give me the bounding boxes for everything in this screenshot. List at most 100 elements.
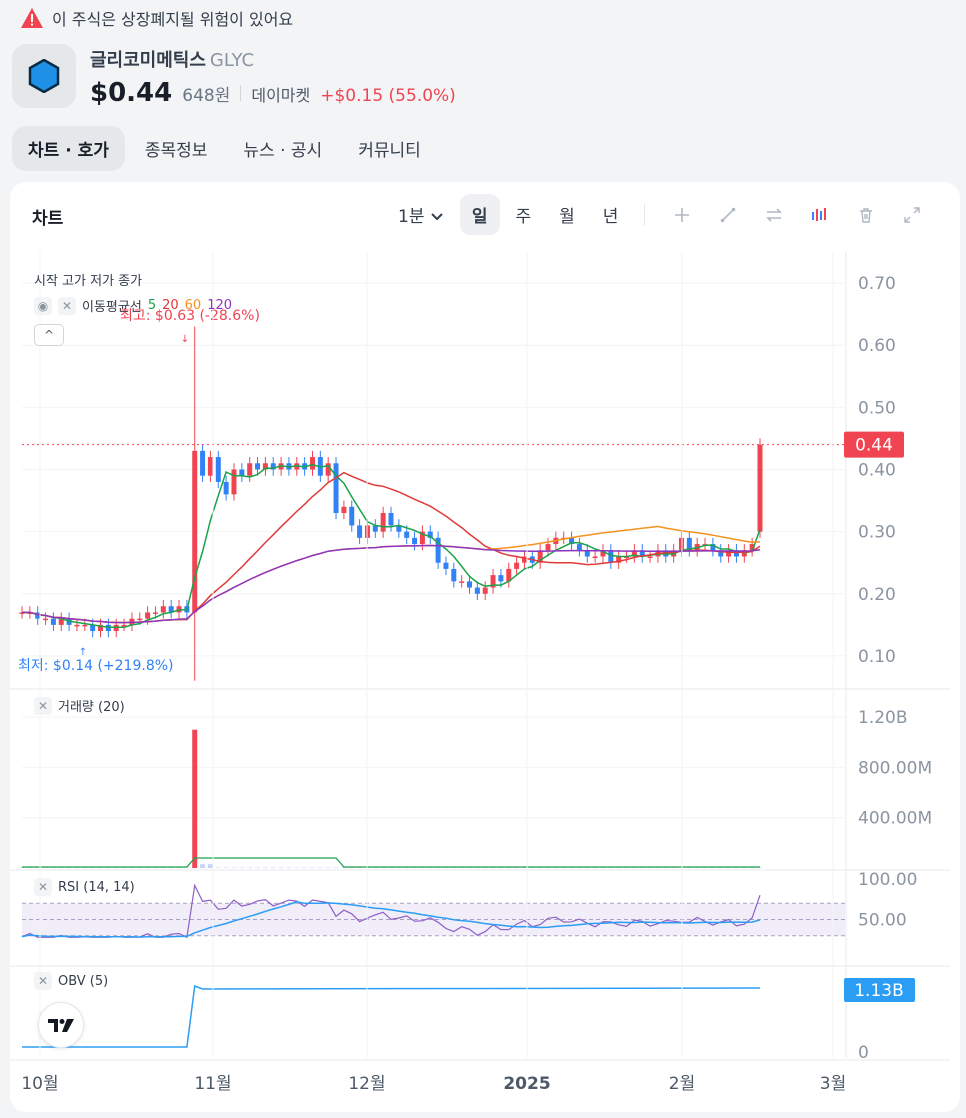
candle bbox=[467, 581, 473, 588]
candle bbox=[388, 513, 394, 526]
volume-bar bbox=[309, 867, 315, 868]
close-icon[interactable]: ✕ bbox=[34, 878, 52, 896]
volume-bar bbox=[270, 867, 276, 868]
close-icon[interactable]: ✕ bbox=[34, 972, 52, 990]
candle bbox=[592, 556, 598, 558]
low-arrow-icon: ↑ bbox=[79, 647, 87, 658]
obv-line bbox=[22, 984, 761, 1048]
volume-ma-line bbox=[22, 857, 760, 868]
ma20-label: 20 bbox=[162, 298, 179, 313]
volume-bar bbox=[247, 867, 253, 868]
volume-bar bbox=[262, 867, 268, 868]
x-tick-label: 10월 bbox=[21, 1074, 58, 1094]
current-price-tag-label: 0.44 bbox=[855, 436, 893, 456]
collapse-legend-button[interactable]: ^ bbox=[34, 324, 64, 346]
price-change: +$0.15 (55.0%) bbox=[320, 86, 456, 106]
close-icon[interactable]: ✕ bbox=[58, 296, 76, 315]
price-tick-label: 0.50 bbox=[858, 398, 896, 418]
candle bbox=[207, 457, 213, 476]
stock-ticker: GLYC bbox=[209, 50, 255, 71]
ma-legend: ◉ ✕ 이동평균선 5 20 60 120 bbox=[34, 296, 232, 315]
rsi-tick-label: 100.00 bbox=[858, 870, 917, 890]
rsi-tick-label: 50.00 bbox=[858, 911, 907, 931]
chart-area[interactable]: 0.700.600.500.400.300.200.100.44최고: $0.6… bbox=[10, 182, 960, 1112]
ma60-line bbox=[22, 525, 761, 624]
tab-news[interactable]: 뉴스 · 공시 bbox=[227, 126, 338, 171]
price-tick-label: 0.40 bbox=[858, 461, 896, 481]
tab-chart-quote[interactable]: 차트 · 호가 bbox=[12, 126, 125, 171]
candle bbox=[474, 587, 480, 594]
price-tick-label: 0.20 bbox=[858, 585, 896, 605]
volume-bar bbox=[255, 867, 261, 868]
candle bbox=[333, 463, 339, 513]
rsi-legend: ✕ RSI (14, 14) bbox=[34, 878, 135, 896]
delisting-warning: 이 주식은 상장폐지될 위험이 있어요 bbox=[20, 6, 293, 30]
chevron-up-icon: ^ bbox=[43, 328, 55, 342]
obv-tag-label: 1.13B bbox=[854, 981, 904, 1001]
x-tick-label: 11월 bbox=[194, 1074, 231, 1094]
candle bbox=[309, 457, 315, 470]
x-tick-label: 12월 bbox=[348, 1074, 385, 1094]
volume-legend: ✕ 거래량 (20) bbox=[34, 696, 125, 715]
candle bbox=[498, 575, 504, 582]
candle bbox=[200, 450, 206, 476]
candle bbox=[247, 463, 253, 476]
volume-bar bbox=[200, 864, 206, 868]
stock-price-krw: 648원 bbox=[182, 86, 231, 106]
tab-community[interactable]: 커뮤니티 bbox=[342, 126, 437, 171]
price-row: $0.44 648원 데이마켓 +$0.15 (55.0%) bbox=[90, 78, 456, 108]
eye-icon[interactable]: ◉ bbox=[34, 296, 52, 315]
tab-stock-info[interactable]: 종목정보 bbox=[129, 126, 224, 171]
candle bbox=[74, 624, 80, 627]
ma-legend-label: 이동평균선 bbox=[82, 300, 142, 315]
candle bbox=[152, 612, 158, 614]
candle bbox=[576, 544, 582, 551]
stock-price: $0.44 bbox=[90, 78, 173, 108]
hexagon-logo-icon bbox=[28, 59, 60, 93]
candle bbox=[678, 537, 684, 551]
volume-bar bbox=[325, 867, 331, 868]
candle bbox=[443, 562, 449, 569]
high-arrow-icon: ↓ bbox=[181, 334, 189, 345]
candle bbox=[137, 618, 143, 621]
ma5-label: 5 bbox=[147, 298, 157, 313]
candle bbox=[255, 463, 261, 470]
candle bbox=[341, 506, 347, 513]
candle bbox=[50, 618, 56, 625]
volume-tick-label: 400.00M bbox=[858, 809, 932, 829]
candle bbox=[459, 581, 465, 583]
warning-text: 이 주식은 상장폐지될 위험이 있어요 bbox=[52, 10, 294, 29]
x-tick-label: 2월 bbox=[669, 1074, 695, 1094]
candle bbox=[545, 544, 551, 551]
obv-legend: ✕ OBV (5) bbox=[34, 972, 108, 990]
volume-tick-label: 800.00M bbox=[858, 758, 932, 778]
tradingview-icon bbox=[48, 1019, 74, 1032]
price-tick-label: 0.60 bbox=[858, 336, 896, 356]
divider bbox=[240, 85, 242, 101]
rsi-label: RSI (14, 14) bbox=[58, 879, 135, 895]
volume-bar bbox=[231, 867, 237, 868]
price-tick-label: 0.30 bbox=[858, 523, 896, 543]
candle bbox=[239, 469, 245, 476]
candle bbox=[43, 618, 49, 621]
candle bbox=[192, 450, 198, 613]
volume-bar bbox=[192, 729, 198, 868]
obv-label: OBV (5) bbox=[58, 973, 109, 989]
close-icon[interactable]: ✕ bbox=[34, 696, 52, 715]
candle bbox=[215, 457, 221, 482]
volume-bar bbox=[223, 867, 229, 868]
candle bbox=[404, 531, 410, 538]
candle bbox=[380, 513, 386, 532]
candle bbox=[223, 481, 229, 495]
market-label: 데이마켓 bbox=[251, 86, 311, 105]
volume-bar bbox=[278, 867, 284, 868]
candle bbox=[647, 556, 653, 558]
volume-bar bbox=[207, 864, 213, 868]
x-tick-label: 3월 bbox=[820, 1074, 846, 1094]
ma60-label: 60 bbox=[184, 298, 202, 313]
tradingview-logo[interactable] bbox=[38, 1002, 84, 1048]
candle bbox=[757, 444, 763, 532]
stock-name-row: 글리코미메틱스 GLYC bbox=[90, 46, 456, 72]
candle bbox=[482, 587, 488, 594]
candle bbox=[160, 606, 166, 613]
